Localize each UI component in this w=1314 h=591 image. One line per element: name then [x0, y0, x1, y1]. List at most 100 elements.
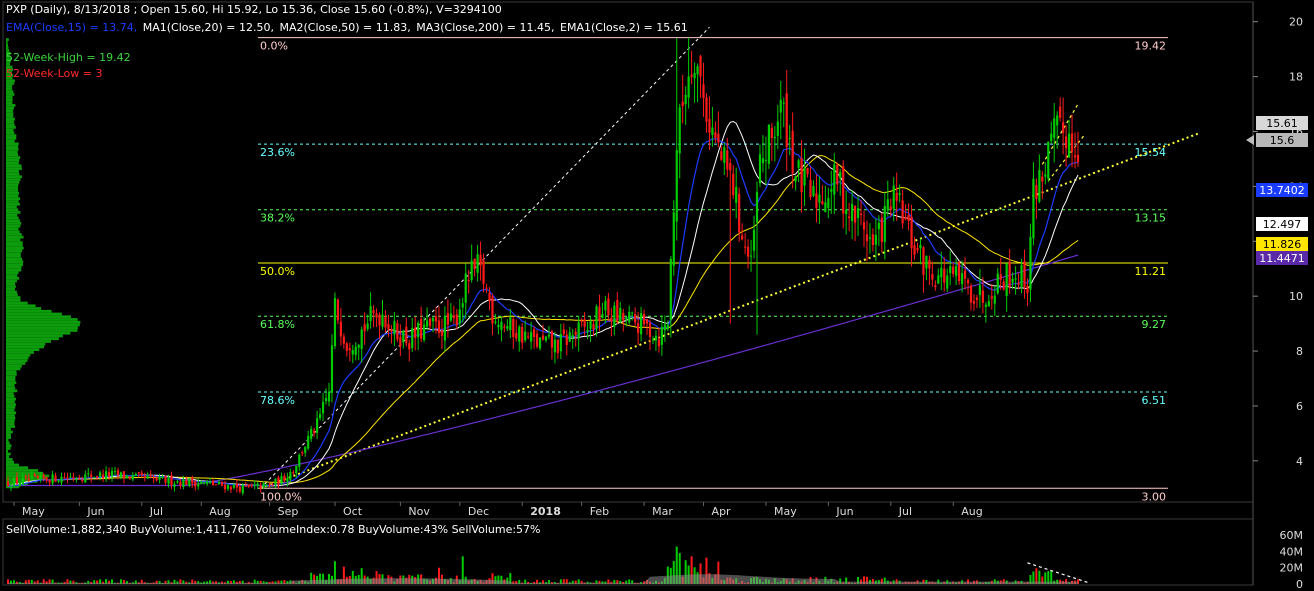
- candle-body: [625, 317, 628, 320]
- volume-tick-label: 60M: [1280, 529, 1304, 542]
- volume-profile-bar: [6, 216, 19, 220]
- volume-profile-bar: [6, 197, 21, 201]
- candle-body: [1053, 118, 1056, 138]
- candle-body: [42, 474, 45, 479]
- candle-body: [1067, 133, 1071, 158]
- candle-body: [530, 332, 533, 342]
- volume-profile-bar: [6, 408, 15, 412]
- volume-profile-bar: [6, 205, 17, 209]
- volume-profile-bar: [6, 337, 59, 341]
- volume-header: SellVolume:1,882,340 BuyVolume:1,411,760…: [6, 523, 541, 536]
- candle-body: [271, 484, 274, 486]
- candle-body: [473, 258, 476, 269]
- candle-body: [681, 101, 684, 106]
- candle-body: [414, 327, 417, 338]
- volume-profile-bar: [6, 268, 22, 272]
- candle-body: [654, 335, 658, 341]
- candle-body: [60, 476, 63, 483]
- volume-profile-bar: [6, 255, 21, 258]
- candle-body: [408, 343, 411, 350]
- volume-profile-bar: [6, 249, 23, 253]
- candle-body: [913, 245, 916, 255]
- candle-body: [399, 337, 402, 347]
- candle-body: [509, 317, 512, 330]
- volume-profile-bar: [6, 139, 15, 143]
- candle-body: [12, 478, 16, 486]
- candle-body: [149, 475, 152, 477]
- candle-body: [639, 313, 643, 335]
- candle-body: [800, 158, 803, 193]
- volume-profile-bar: [6, 191, 19, 195]
- fib-value-label: 9.27: [1142, 318, 1167, 331]
- candle-body: [738, 193, 741, 233]
- candle-body: [247, 484, 250, 487]
- candle-body: [622, 312, 625, 321]
- volume-profile-bar: [6, 265, 22, 269]
- candle-body: [559, 334, 562, 352]
- candle-body: [324, 398, 328, 401]
- candle-body: [57, 480, 60, 482]
- candle-body: [987, 301, 990, 307]
- x-tick-label: Jun: [835, 505, 853, 518]
- candle-body: [815, 193, 818, 209]
- volume-profile-bar: [6, 466, 29, 470]
- candle-body: [794, 175, 797, 182]
- volume-profile-bar: [6, 271, 19, 275]
- candle-body: [1076, 154, 1080, 163]
- volume-profile-bar: [6, 175, 22, 179]
- candle-body: [642, 314, 646, 325]
- volume-tick-label: 40M: [1280, 545, 1304, 558]
- candle-body: [708, 119, 711, 133]
- indicator-legend: EMA(Close,15) = 13.74, MA1(Close,20) = 1…: [6, 21, 690, 34]
- candle-body: [877, 222, 880, 230]
- volume-profile-bar: [6, 194, 19, 198]
- volume-profile-bar: [6, 403, 16, 406]
- candle-body: [158, 476, 161, 480]
- volume-profile-bar: [6, 367, 21, 371]
- candle-body: [452, 315, 455, 318]
- candle-body: [669, 258, 672, 320]
- volume-profile-bar: [6, 441, 10, 445]
- candle-body: [253, 484, 256, 486]
- volume-profile-bar: [6, 334, 63, 338]
- candle-body: [532, 329, 536, 337]
- volume-profile-bar: [6, 241, 23, 245]
- candle-body: [265, 484, 268, 486]
- candle-body: [761, 158, 765, 164]
- candle-body: [99, 472, 102, 477]
- candle-body: [113, 471, 117, 473]
- candle-body: [354, 346, 357, 355]
- volume-profile-bar: [6, 134, 17, 137]
- candle-body: [336, 299, 340, 321]
- candle-body: [773, 136, 776, 139]
- volume-profile-bar: [6, 320, 81, 324]
- volume-profile-bar: [6, 279, 17, 283]
- volume-profile-bar: [6, 186, 19, 190]
- candle-body: [946, 275, 949, 289]
- volume-profile-bar: [6, 164, 22, 168]
- candle-body: [553, 339, 556, 353]
- candle-body: [1044, 174, 1047, 177]
- candle-body: [999, 274, 1002, 280]
- candle-body: [809, 179, 812, 198]
- ma200-legend: MA3(Close,200) = 11.45,: [416, 21, 555, 34]
- volume-profile-bar: [6, 416, 16, 420]
- candle-body: [503, 326, 506, 328]
- candle-body: [211, 480, 215, 486]
- candle-body: [131, 475, 134, 480]
- volume-profile-bar: [6, 95, 13, 99]
- volume-profile-bar: [6, 172, 20, 176]
- candle-body: [981, 290, 984, 303]
- candle-body: [764, 159, 768, 161]
- candle-body: [217, 482, 221, 485]
- candle-body: [619, 308, 622, 323]
- candle-body: [996, 273, 999, 294]
- y-tick-label: 4: [1296, 455, 1303, 468]
- candle-body: [1020, 265, 1023, 287]
- candle-body: [648, 322, 652, 337]
- candle-body: [446, 313, 449, 325]
- volume-profile-bar: [6, 449, 9, 453]
- volume-profile-bar: [6, 126, 16, 129]
- candle-body: [387, 324, 390, 330]
- candle-body: [610, 317, 613, 322]
